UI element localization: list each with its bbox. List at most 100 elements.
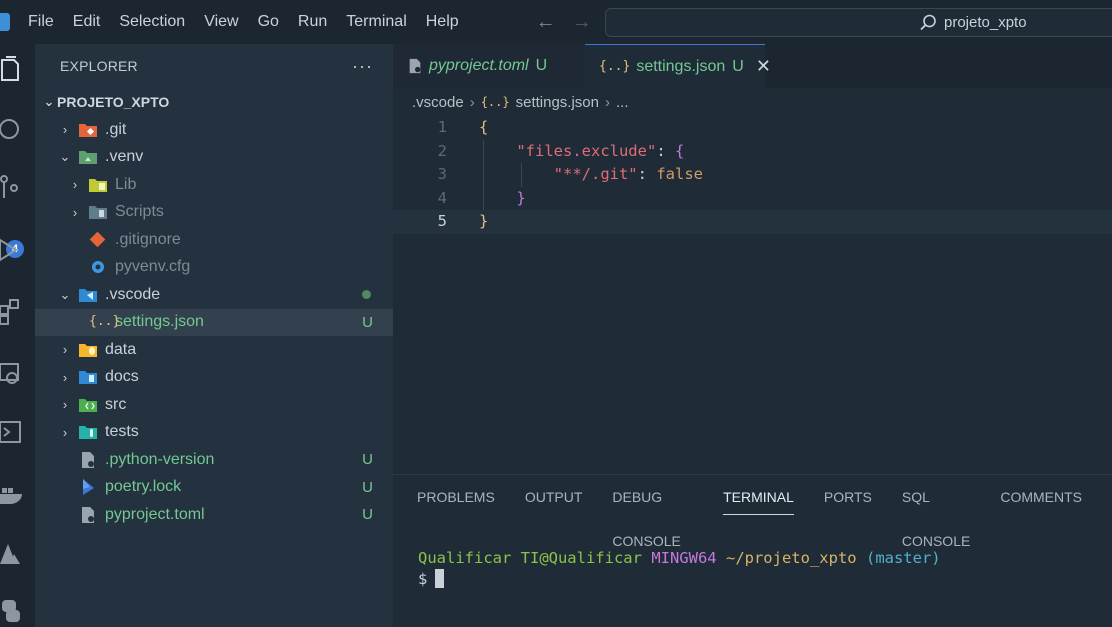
workspace-root[interactable]: ⌄ PROJETO_XPTO xyxy=(35,88,393,116)
data-folder-icon xyxy=(79,343,97,357)
terminal-view-icon[interactable] xyxy=(0,418,26,448)
tree-item-tests-folder[interactable]: › tests xyxy=(35,419,393,447)
run-debug-icon[interactable] xyxy=(0,236,26,266)
back-arrow-icon[interactable]: ← xyxy=(536,11,556,34)
git-status-badge: U xyxy=(362,478,373,496)
terminal-prompt-line: Qualificar TI@Qualificar MINGW64 ~/proje… xyxy=(418,548,1112,569)
file-settings-icon xyxy=(82,451,94,468)
search-icon[interactable] xyxy=(0,114,26,144)
tree-item-scripts-folder[interactable]: › Scripts xyxy=(35,199,393,227)
tree-item-python-version-file[interactable]: .python-version U xyxy=(35,446,393,474)
terminal-cursor xyxy=(435,569,445,588)
explorer-icon[interactable] xyxy=(0,56,26,86)
tests-folder-icon xyxy=(79,426,97,440)
tab-output[interactable]: OUTPUT xyxy=(525,475,583,519)
code-line: 3 "**/.git": false xyxy=(393,163,1112,187)
tree-item-git-folder[interactable]: › .git xyxy=(35,116,393,144)
code-line: 4 } xyxy=(393,187,1112,211)
tree-item-pyvenv-file[interactable]: pyvenv.cfg xyxy=(35,254,393,282)
tree-item-label: Scripts xyxy=(115,203,164,221)
editor-area: pyproject.toml U {..} settings.json U ✕ … xyxy=(393,44,1112,474)
forward-arrow-icon[interactable]: → xyxy=(572,11,592,34)
tab-ports[interactable]: PORTS xyxy=(824,475,872,519)
git-status-badge: U xyxy=(362,313,373,331)
explorer-header: EXPLORER ··· xyxy=(35,44,393,88)
chevron-right-icon: › xyxy=(62,369,68,385)
menu-edit[interactable]: Edit xyxy=(73,13,101,31)
menu-go[interactable]: Go xyxy=(258,13,279,31)
code-editor[interactable]: 1 { 2 "files.exclude": { 3 "**/.git": fa… xyxy=(393,116,1112,234)
terminal-path: ~/projeto_xpto xyxy=(725,549,857,567)
command-center-search[interactable]: projeto_xpto xyxy=(605,8,1112,37)
menu-help[interactable]: Help xyxy=(426,13,459,31)
menu-terminal[interactable]: Terminal xyxy=(346,13,406,31)
tree-item-label: tests xyxy=(105,423,139,441)
tree-item-label: Lib xyxy=(115,175,137,193)
breadcrumb-more[interactable]: ... xyxy=(616,94,629,111)
modified-dot xyxy=(362,290,371,300)
tab-problems[interactable]: PROBLEMS xyxy=(417,475,495,519)
tree-item-label: docs xyxy=(105,368,139,386)
tree-item-label: pyproject.toml xyxy=(105,505,205,523)
docker-icon[interactable] xyxy=(0,480,26,510)
json-file-icon: {..} xyxy=(480,95,510,109)
tree-item-label: .git xyxy=(105,120,127,138)
tree-item-gitignore-file[interactable]: .gitignore xyxy=(35,226,393,254)
terminal-input-line[interactable]: $ xyxy=(418,569,1112,590)
tree-item-venv-folder[interactable]: ⌄ .venv xyxy=(35,144,393,172)
azure-icon[interactable] xyxy=(0,540,26,570)
menu-file[interactable]: File xyxy=(28,13,54,31)
tree-item-pyproject-file[interactable]: pyproject.toml U xyxy=(35,501,393,529)
tree-item-lib-folder[interactable]: › Lib xyxy=(35,171,393,199)
tree-item-label: poetry.lock xyxy=(105,478,182,496)
breadcrumb-file[interactable]: settings.json xyxy=(516,94,599,111)
terminal-prompt: $ xyxy=(418,570,428,588)
json-key: "files.exclude" xyxy=(516,141,657,160)
menu-selection[interactable]: Selection xyxy=(119,13,185,31)
lib-folder-icon xyxy=(89,178,107,192)
chevron-right-icon: › xyxy=(62,122,68,138)
extensions-icon[interactable] xyxy=(0,296,26,326)
source-control-icon[interactable] xyxy=(0,174,26,204)
tab-sql-console[interactable]: SQL CONSOLE xyxy=(902,475,970,549)
tab-pyproject-toml[interactable]: pyproject.toml U xyxy=(393,44,585,88)
chevron-down-icon: ⌄ xyxy=(43,94,55,109)
menu-run[interactable]: Run xyxy=(298,13,327,31)
tree-item-label: settings.json xyxy=(115,313,204,331)
more-actions-icon[interactable]: ··· xyxy=(352,56,373,77)
chevron-down-icon: ⌄ xyxy=(59,149,71,165)
tab-debug-console[interactable]: DEBUG CONSOLE xyxy=(612,475,693,549)
line-number: 3 xyxy=(437,165,447,183)
tree-item-settings-json[interactable]: {..} settings.json U xyxy=(35,308,393,336)
terminal-output[interactable]: Qualificar TI@Qualificar MINGW64 ~/proje… xyxy=(393,519,1112,590)
menu-view[interactable]: View xyxy=(204,13,238,31)
tree-item-poetry-lock-file[interactable]: poetry.lock U xyxy=(35,474,393,502)
tree-item-vscode-folder[interactable]: ⌄ .vscode xyxy=(35,281,393,309)
tree-item-docs-folder[interactable]: › docs xyxy=(35,364,393,392)
vscode-logo-icon xyxy=(0,13,10,31)
line-number: 2 xyxy=(437,141,447,160)
line-number: 5 xyxy=(437,212,447,230)
tree-item-data-folder[interactable]: › data xyxy=(35,336,393,364)
src-folder-icon xyxy=(79,398,97,412)
code-line: 1 { xyxy=(393,116,1112,140)
chevron-down-icon: ⌄ xyxy=(59,286,71,302)
close-icon[interactable]: ✕ xyxy=(756,56,771,77)
tab-comments[interactable]: COMMENTS xyxy=(1000,475,1082,519)
line-number: 1 xyxy=(437,118,447,136)
chevron-right-icon: › xyxy=(605,93,610,111)
chevron-right-icon: › xyxy=(62,342,68,358)
docs-folder-icon xyxy=(79,371,97,385)
git-folder-icon xyxy=(79,123,97,137)
remote-explorer-icon[interactable] xyxy=(0,360,26,390)
tab-terminal[interactable]: TERMINAL xyxy=(723,475,794,519)
git-status-badge: U xyxy=(362,451,373,469)
tab-settings-json[interactable]: {..} settings.json U ✕ xyxy=(585,44,771,88)
gear-icon xyxy=(92,261,104,274)
python-icon[interactable] xyxy=(0,596,26,626)
git-file-icon xyxy=(89,231,106,248)
breadcrumb-folder[interactable]: .vscode xyxy=(412,94,464,111)
tree-item-src-folder[interactable]: › src xyxy=(35,391,393,419)
title-bar: File Edit Selection View Go Run Terminal… xyxy=(0,0,1112,44)
venv-folder-icon xyxy=(79,151,97,165)
